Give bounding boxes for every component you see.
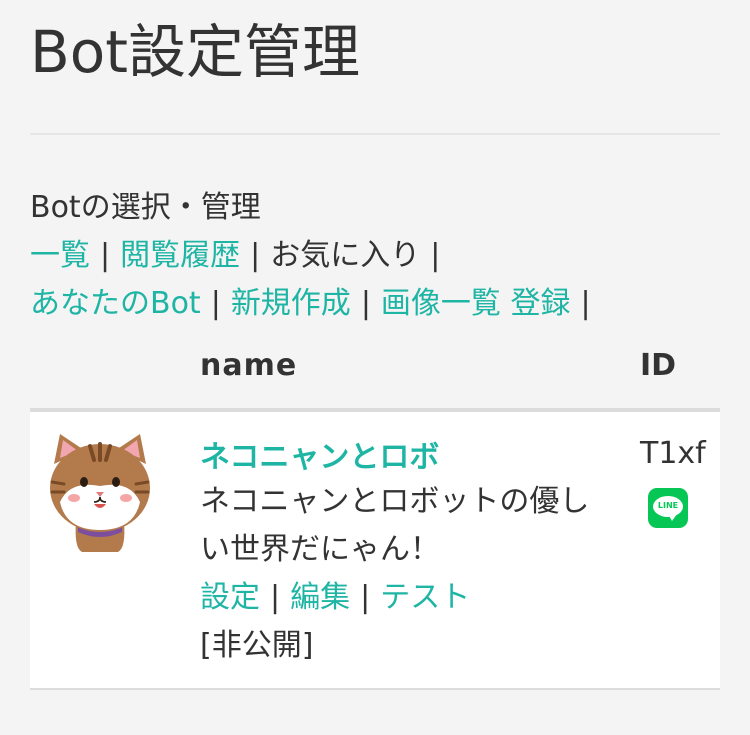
- nav-link-history[interactable]: 閲覧履歴: [120, 238, 240, 273]
- line-icon-label: LINE: [657, 501, 679, 510]
- nav-separator: |: [210, 286, 221, 321]
- nav-item-favorites: お気に入り: [270, 238, 421, 273]
- page-title: Bot設定管理: [30, 18, 361, 86]
- bot-name-link[interactable]: ネコニャンとロボ: [200, 432, 439, 476]
- cat-avatar-icon: [50, 434, 150, 552]
- nav-link-image-list[interactable]: 画像一覧 登録: [381, 286, 571, 321]
- nav-separator: |: [430, 238, 441, 273]
- column-header-name: name: [200, 348, 298, 383]
- settings-link[interactable]: 設定: [200, 580, 260, 615]
- line-app-icon[interactable]: LINE: [648, 488, 688, 528]
- nav-link-list[interactable]: 一覧: [30, 238, 90, 273]
- nav-link-create-new[interactable]: 新規作成: [231, 286, 351, 321]
- action-separator: |: [270, 580, 281, 615]
- table-row: ネコニャンとロボ ネコニャンとロボットの優しい世界だにゃん！ 設定 | 編集 | テスト…: [30, 408, 720, 690]
- nav-line-2: あなたのBot | 新規作成 | 画像一覧 登録 |: [30, 280, 730, 328]
- test-link[interactable]: テスト: [380, 580, 470, 615]
- title-divider: [30, 133, 720, 135]
- bot-description: ネコニャンとロボットの優しい世界だにゃん！: [200, 484, 590, 567]
- bot-id: T1xf: [640, 436, 706, 471]
- bot-actions: 設定 | 編集 | テスト: [200, 574, 470, 622]
- nav-separator: |: [360, 286, 371, 321]
- edit-link[interactable]: 編集: [290, 580, 350, 615]
- table-header: name ID: [0, 340, 750, 400]
- bot-nav: Botの選択・管理 一覧 | 閲覧履歴 | お気に入り | あなたのBot | 新規作成 | 画像…: [30, 184, 730, 328]
- action-separator: |: [360, 580, 371, 615]
- visibility-status: [非公開]: [200, 628, 314, 663]
- nav-separator: |: [250, 238, 261, 273]
- line-bubble-tail: [668, 514, 677, 521]
- nav-link-your-bots[interactable]: あなたのBot: [30, 286, 201, 321]
- nav-separator: |: [580, 286, 591, 321]
- nav-separator: |: [100, 238, 111, 273]
- column-header-id: ID: [640, 348, 677, 383]
- nav-heading: Botの選択・管理: [30, 190, 261, 225]
- nav-line-1: 一覧 | 閲覧履歴 | お気に入り |: [30, 232, 730, 280]
